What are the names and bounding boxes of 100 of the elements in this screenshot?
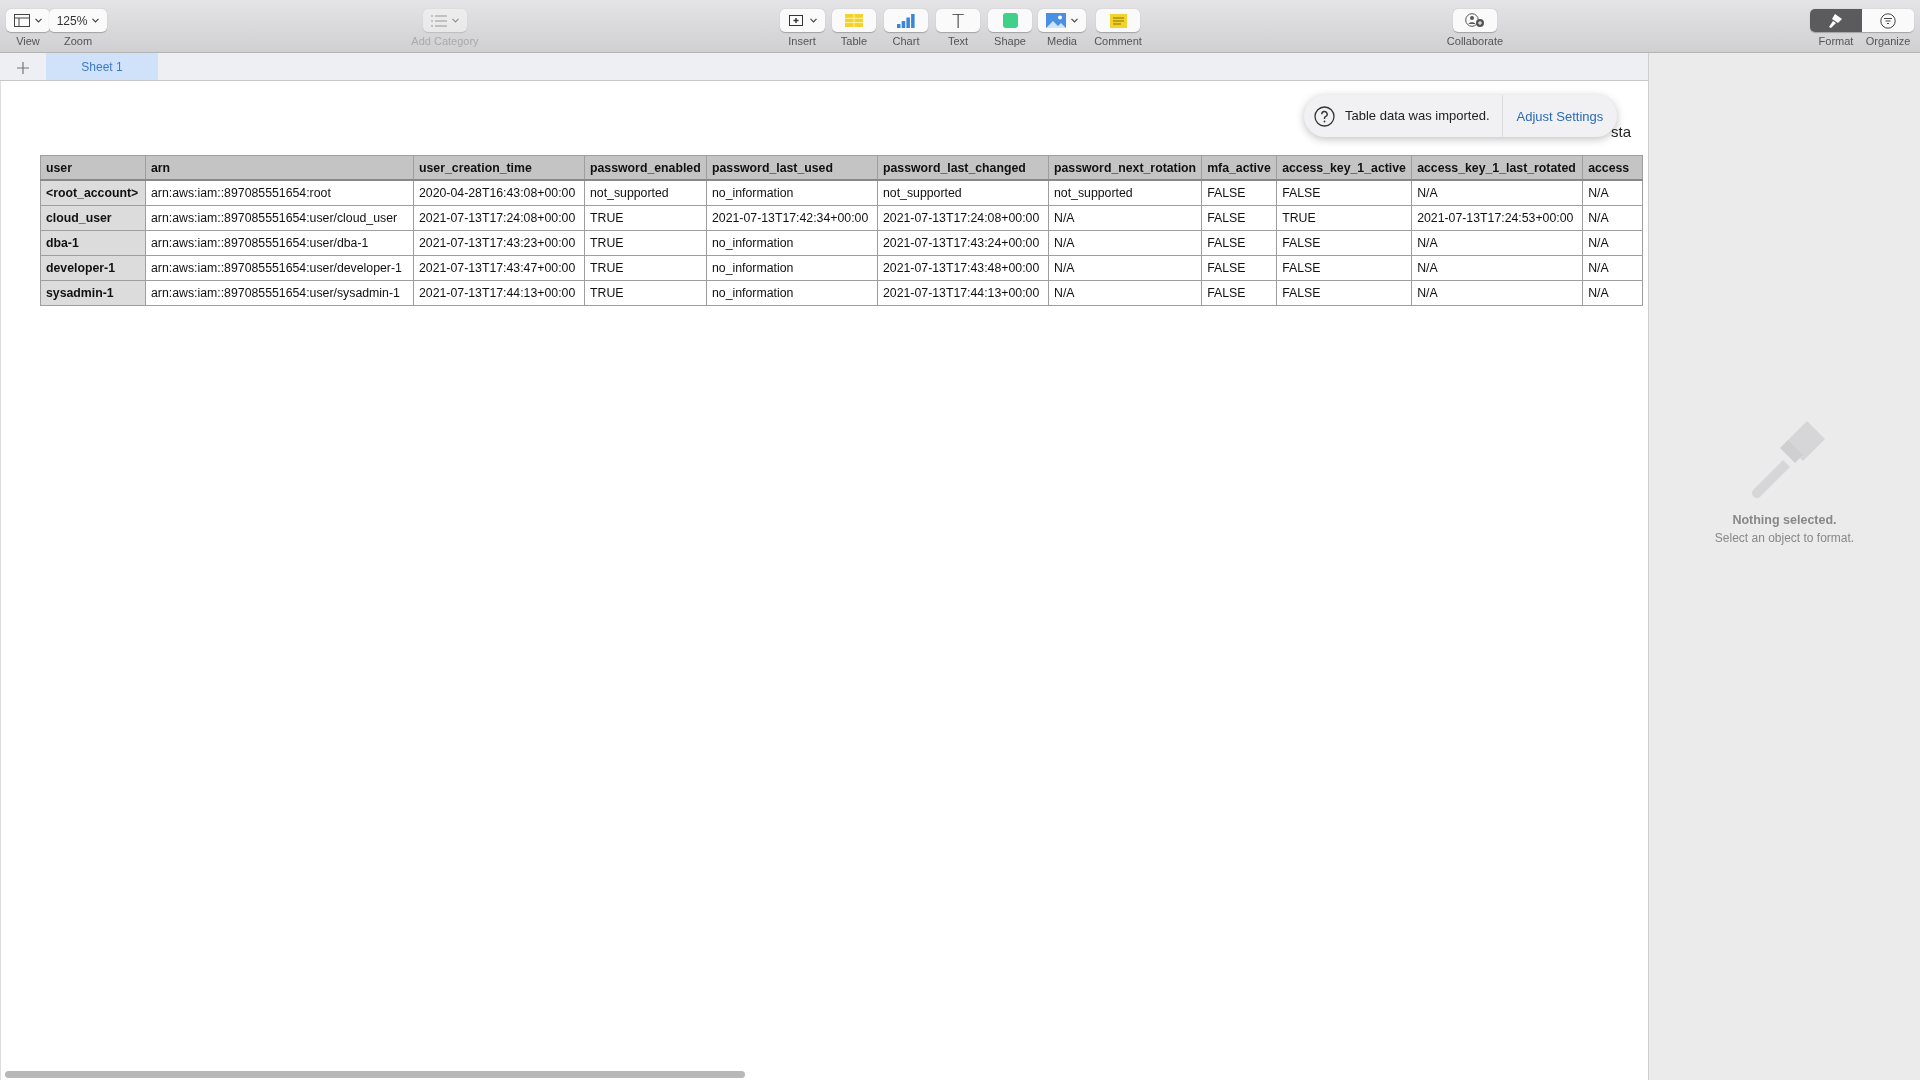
table-cell: TRUE xyxy=(584,255,707,281)
caret-icon xyxy=(92,18,100,23)
notification-message: Table data was imported. xyxy=(1345,95,1503,137)
table-cell: FALSE xyxy=(1276,255,1412,281)
comment-button[interactable] xyxy=(1096,9,1140,32)
toolbar-label: Table xyxy=(840,35,868,47)
toolbar-label: Collaborate xyxy=(1446,35,1504,47)
table-cell: N/A xyxy=(1582,255,1643,281)
table-title: sta xyxy=(1611,123,1631,140)
table-cell: 2021-07-13T17:44:13+00:00 xyxy=(413,280,585,306)
table-cell: TRUE xyxy=(584,280,707,306)
row-header: dba-1 xyxy=(40,230,146,256)
table-cell: arn:aws:iam::897085551654:user/developer-1 xyxy=(145,255,414,281)
table-cell: FALSE xyxy=(1201,280,1277,306)
table-cell: TRUE xyxy=(584,230,707,256)
toolbar-label: Media xyxy=(1047,35,1077,47)
table-icon xyxy=(845,14,863,27)
zoom-button[interactable]: 125% xyxy=(48,9,108,32)
person-plus-icon xyxy=(1465,13,1485,28)
toolbar-label: Chart xyxy=(892,35,920,47)
table-cell: FALSE xyxy=(1201,230,1277,256)
table-cell: arn:aws:iam::897085551654:user/sysadmin-1 xyxy=(145,280,414,306)
column-header: password_next_rotation xyxy=(1048,155,1202,180)
table-cell: 2021-07-13T17:43:24+00:00 xyxy=(877,230,1049,256)
column-header: access_key_1_active xyxy=(1276,155,1412,180)
format-button[interactable] xyxy=(1810,9,1862,32)
scrollbar[interactable] xyxy=(5,1071,745,1078)
table-cell: FALSE xyxy=(1201,180,1277,206)
column-header: arn xyxy=(145,155,414,180)
table-cell: 2021-07-13T17:24:08+00:00 xyxy=(877,205,1049,231)
column-header: user xyxy=(40,155,146,180)
collaborate-button[interactable] xyxy=(1453,9,1497,32)
table-cell: 2021-07-13T17:42:34+00:00 xyxy=(706,205,878,231)
row-header: sysadmin-1 xyxy=(40,280,146,306)
media-button[interactable] xyxy=(1038,9,1086,32)
table-cell: N/A xyxy=(1582,180,1643,206)
table-cell: not_supported xyxy=(877,180,1049,206)
column-header: password_enabled xyxy=(584,155,707,180)
column-header: access_key_1_last_rotated xyxy=(1411,155,1583,180)
toolbar-label: Organize xyxy=(1864,35,1912,47)
table-cell: FALSE xyxy=(1276,280,1412,306)
table-cell: TRUE xyxy=(584,205,707,231)
table-cell: 2021-07-13T17:44:13+00:00 xyxy=(877,280,1049,306)
column-header: access xyxy=(1582,155,1643,180)
table-cell: arn:aws:iam::897085551654:root xyxy=(145,180,414,206)
table-cell: FALSE xyxy=(1201,255,1277,281)
table-cell: N/A xyxy=(1048,205,1202,231)
table-cell: FALSE xyxy=(1276,180,1412,206)
insert-icon xyxy=(787,13,805,28)
table-cell: not_supported xyxy=(1048,180,1202,206)
toolbar-label: View xyxy=(16,35,40,47)
inspector-title: Nothing selected. xyxy=(1732,513,1837,527)
table-cell: N/A xyxy=(1411,230,1583,256)
table-cell: FALSE xyxy=(1276,230,1412,256)
table-cell: TRUE xyxy=(1276,205,1412,231)
view-button[interactable] xyxy=(6,9,50,32)
organize-button[interactable] xyxy=(1862,9,1914,32)
table-cell: N/A xyxy=(1582,230,1643,256)
row-header: developer-1 xyxy=(40,255,146,281)
adjust-settings-link[interactable]: Adjust Settings xyxy=(1512,108,1604,124)
chart-button[interactable] xyxy=(884,9,928,32)
inspector-hint: Select an object to format. xyxy=(1714,531,1855,545)
paintbrush-icon xyxy=(1827,12,1845,29)
filter-icon xyxy=(1880,12,1896,29)
table-cell: N/A xyxy=(1048,255,1202,281)
table-cell: 2021-07-13T17:43:23+00:00 xyxy=(413,230,585,256)
table-cell: no_information xyxy=(706,255,878,281)
table-cell: N/A xyxy=(1582,280,1643,306)
table-cell: 2021-07-13T17:24:08+00:00 xyxy=(413,205,585,231)
column-header: password_last_changed xyxy=(877,155,1049,180)
row-header: cloud_user xyxy=(40,205,146,231)
insert-button[interactable] xyxy=(779,9,825,32)
table-cell: arn:aws:iam::897085551654:user/cloud_user xyxy=(145,205,414,231)
table-cell: N/A xyxy=(1582,205,1643,231)
toolbar-label: Comment xyxy=(1094,35,1142,47)
table-cell: N/A xyxy=(1411,280,1583,306)
table-cell: not_supported xyxy=(584,180,707,206)
table-cell: no_information xyxy=(706,280,878,306)
toolbar-label: Format xyxy=(1817,35,1855,47)
bar-chart-icon xyxy=(897,13,915,28)
table-cell: 2021-07-13T17:24:53+00:00 xyxy=(1411,205,1583,231)
toolbar-label: Zoom xyxy=(63,35,93,47)
table-cell: arn:aws:iam::897085551654:user/dba-1 xyxy=(145,230,414,256)
caret-icon xyxy=(452,18,459,23)
toolbar-label: Text xyxy=(947,35,969,47)
table-cell: 2021-07-13T17:43:48+00:00 xyxy=(877,255,1049,281)
plus-icon xyxy=(17,61,29,74)
toolbar-label: Insert xyxy=(788,35,816,47)
table-cell: N/A xyxy=(1048,280,1202,306)
table-cell: 2020-04-28T16:43:08+00:00 xyxy=(413,180,585,206)
table-cell: FALSE xyxy=(1201,205,1277,231)
table-cell: N/A xyxy=(1411,255,1583,281)
sidebar-icon xyxy=(14,14,30,27)
text-button[interactable]: T xyxy=(936,9,980,32)
row-header: <root_account> xyxy=(40,180,146,206)
column-header: user_creation_time xyxy=(413,155,585,180)
caret-icon xyxy=(809,18,817,23)
help-icon xyxy=(1314,105,1335,127)
list-icon xyxy=(431,14,447,27)
shape-button[interactable] xyxy=(988,9,1032,32)
